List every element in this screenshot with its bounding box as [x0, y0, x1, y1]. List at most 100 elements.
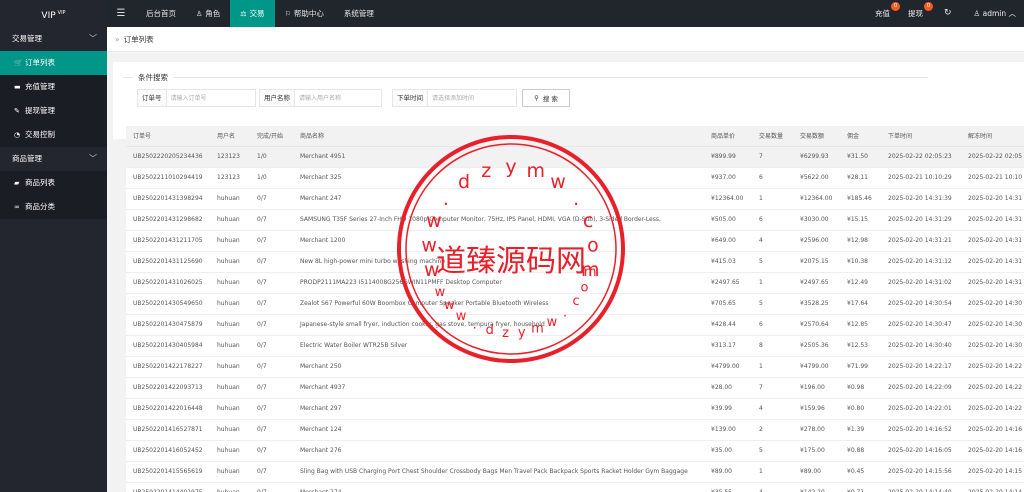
search-icon: ⚲	[534, 94, 539, 102]
nav-trade[interactable]: ⚖ 交易	[230, 0, 275, 27]
table-cell: 2025-02-20 14:14	[961, 482, 1024, 492]
nav-roles[interactable]: ♙ 角色	[186, 0, 230, 27]
table-row[interactable]: UB2502201422178227 huhuan 0/7 Merchant 250 ¥…	[126, 356, 1024, 378]
sidebar-item-goods-category[interactable]: ∞ 商品分类	[0, 195, 107, 219]
column-header: 完成/开始	[250, 126, 293, 147]
table-cell: 123123	[210, 167, 250, 189]
table-cell: ¥0.80	[840, 398, 881, 420]
table-cell: 0/7	[250, 293, 293, 315]
sidebar-item-trade-control[interactable]: ◔ 交易控制	[0, 123, 107, 147]
username-field: 用户名称	[259, 89, 382, 107]
table-cell: 2025-02-20 14:31:21	[881, 230, 961, 252]
table-row[interactable]: UB2502201422016448 huhuan 0/7 Merchant 297 ¥…	[126, 398, 1024, 420]
menu-toggle-icon[interactable]: ☰	[114, 0, 128, 27]
table-row[interactable]: UB2502201431211705 huhuan 0/7 Merchant 1200…	[126, 230, 1024, 252]
order-no-input[interactable]	[166, 89, 256, 107]
column-header: 商品单价	[704, 126, 752, 147]
order-time-input[interactable]	[428, 89, 517, 107]
sidebar-group-trade[interactable]: 交易管理 ﹀	[0, 27, 107, 51]
table-cell: 2025-02-20 14:30:54	[881, 293, 961, 315]
column-header: 交易数额	[793, 126, 840, 147]
table-cell: ¥159.96	[793, 398, 840, 420]
table-row[interactable]: UB2502201416527871 huhuan 0/7 Merchant 124 ¥…	[126, 419, 1024, 441]
table-row[interactable]: UB2502201431125690 huhuan 0/7 New 8L high-p…	[126, 251, 1024, 273]
table-cell: ¥35.55	[704, 482, 752, 492]
table-cell: ¥139.00	[704, 419, 752, 441]
table-cell: ¥12.98	[840, 230, 881, 252]
table-cell: 4	[752, 398, 793, 420]
breadcrumb: » 订单列表	[107, 27, 1024, 52]
table-cell: Japanese-style small fryer, induction co…	[293, 314, 704, 336]
username-input[interactable]	[295, 89, 382, 107]
table-cell: UB2502201431398294	[126, 188, 210, 210]
table-cell: ¥71.99	[840, 356, 881, 378]
table-cell: ¥2505.36	[793, 335, 840, 357]
breadcrumb-current[interactable]: 订单列表	[124, 35, 154, 44]
table-cell: 2025-02-20 14:16	[961, 419, 1024, 441]
table-cell: huhuan	[210, 314, 250, 336]
table-cell: 6	[752, 314, 793, 336]
table-row[interactable]: UB2502201430475879 huhuan 0/7 Japanese-styl…	[126, 314, 1024, 336]
order-time-label: 下单时间	[392, 89, 428, 107]
table-cell: 1	[752, 461, 793, 483]
table-row[interactable]: UB2502211010294419 123123 1/0 Merchant 325 ¥…	[126, 167, 1024, 189]
column-header: 用户名	[210, 126, 250, 147]
table-cell: UB2502201430475879	[126, 314, 210, 336]
table-cell: 7	[752, 146, 793, 168]
table-cell: Zealot S67 Powerful 60W Boombox Computer…	[293, 293, 704, 315]
sidebar-group-goods[interactable]: 商品管理 ﹀	[0, 147, 107, 171]
table-row[interactable]: UB2502201414401975huhuan0/7Merchant 274¥…	[126, 482, 1024, 492]
person-icon: ♙	[196, 10, 203, 18]
table-cell: huhuan	[210, 461, 250, 483]
sidebar-item-goods-list[interactable]: ▰ 商品列表	[0, 171, 107, 195]
search-button[interactable]: ⚲ 搜 索	[522, 89, 570, 107]
table-cell: ¥15.15	[840, 209, 881, 231]
nav-home[interactable]: 后台首页	[136, 0, 186, 27]
table-row[interactable]: UB2502201415565619 huhuan 0/7 Sling Bag wit…	[126, 461, 1024, 483]
user-menu[interactable]: ♙ admin ︿	[964, 0, 1024, 27]
table-cell: UB2502201431298682	[126, 209, 210, 231]
table-cell: 8	[752, 335, 793, 357]
column-header: 下单时间	[881, 126, 961, 147]
table-row[interactable]: UB2502201430405984 huhuan 0/7 Electric Wate…	[126, 335, 1024, 357]
search-legend: 条件搜索	[133, 72, 173, 83]
table-cell: 2025-02-20 14:22:01	[881, 398, 961, 420]
table-cell: 0/7	[250, 188, 293, 210]
sidebar: 交易管理 ﹀ 🛒 订单列表 ▬ 充值管理 ✎ 提现管理 ◔ 交易控制 商品管理 ﹀ ▰ 商品列…	[0, 27, 107, 492]
table-cell: 2025-02-20 14:22:17	[881, 356, 961, 378]
table-row[interactable]: UB2502201416052452 huhuan 0/7 Merchant 276 ¥…	[126, 440, 1024, 462]
table-row[interactable]: UB2502201422093713 huhuan 0/7 Merchant 4937…	[126, 377, 1024, 399]
recharge-link[interactable]: 充值 0	[866, 0, 900, 27]
table-cell: 2025-02-20 14:15	[961, 461, 1024, 483]
table-row[interactable]: UB2502201431026025 huhuan 0/7 PRODP2111MA22…	[126, 272, 1024, 294]
table-row[interactable]: UB2502201430549650 huhuan 0/7 Zealot S67 Po…	[126, 293, 1024, 315]
table-cell: ¥12.53	[840, 335, 881, 357]
sidebar-item-orders[interactable]: 🛒 订单列表	[0, 51, 107, 75]
chevron-down-icon: ﹀	[89, 154, 97, 163]
table-cell: 0/7	[250, 356, 293, 378]
truck-icon: ▰	[14, 179, 20, 187]
user-icon: ♙	[973, 9, 983, 18]
column-header: 订单号	[126, 126, 210, 147]
withdraw-link[interactable]: 提现 0	[899, 0, 933, 27]
nav-help[interactable]: ⚐ 帮助中心	[275, 0, 334, 27]
table-cell: ¥12364.00	[704, 188, 752, 210]
table-cell: ¥0.45	[840, 461, 881, 483]
table-cell: huhuan	[210, 230, 250, 252]
table-cell: huhuan	[210, 335, 250, 357]
chevron-up-icon: ︿	[1006, 9, 1016, 18]
table-cell: 0/7	[250, 335, 293, 357]
table-row[interactable]: UB2502220205234436 123123 1/0 Merchant 4951…	[126, 146, 1024, 168]
sidebar-item-recharge[interactable]: ▬ 充值管理	[0, 75, 107, 99]
table-cell: ¥899.99	[704, 146, 752, 168]
column-header: 商品名称	[293, 126, 704, 147]
table-cell: 6	[752, 209, 793, 231]
table-row[interactable]: UB2502201431298682 huhuan 0/7 SAMSUNG T35F …	[126, 209, 1024, 231]
table-cell: 2025-02-20 14:31	[961, 209, 1024, 231]
table-cell: Merchant 274	[293, 482, 704, 492]
nav-system[interactable]: 系统管理	[334, 0, 384, 27]
table-row[interactable]: UB2502201431398294 huhuan 0/7 Merchant 247 ¥…	[126, 188, 1024, 210]
refresh-icon[interactable]: ↻	[932, 0, 964, 27]
sidebar-item-withdraw[interactable]: ✎ 提现管理	[0, 99, 107, 123]
logo[interactable]: VIP VIP	[0, 0, 107, 27]
